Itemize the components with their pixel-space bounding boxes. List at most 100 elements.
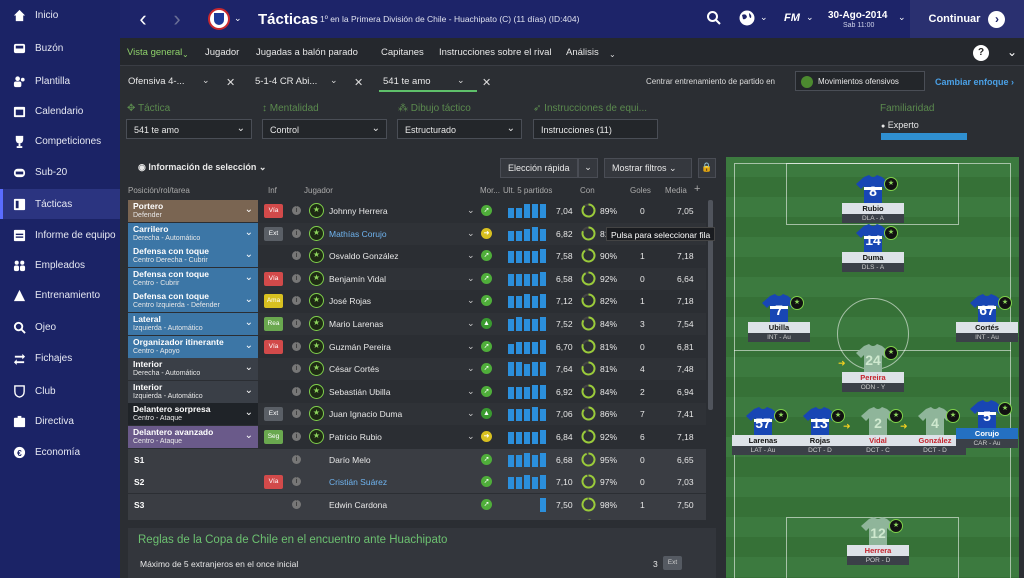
subtab-analysis[interactable]: Análisis <box>566 47 599 58</box>
player-name[interactable]: Mario Larenas <box>329 319 383 329</box>
player-name[interactable]: Osvaldo González <box>329 251 398 261</box>
sidebar-item-2[interactable]: Plantilla <box>0 66 120 96</box>
chevron-down-icon[interactable]: ⌄ <box>467 408 475 419</box>
pitch-player[interactable]: 67 ★ Cortés INT - Au <box>950 294 1019 344</box>
shape-select[interactable]: Estructurado ⌄ <box>397 119 522 139</box>
tactic-tab-2-chevron-icon[interactable]: ⌄ <box>330 75 338 86</box>
table-row[interactable]: Organizador itinerante Centro - Apoyo ⌄ Vía… <box>128 335 706 358</box>
position-cell[interactable]: Carrilero Derecha - Automático ⌄ <box>128 222 258 245</box>
info-icon[interactable]: i <box>292 251 301 261</box>
chevron-down-icon[interactable]: ⌄ <box>467 295 475 306</box>
pitch-player[interactable]: 12 ★ Herrera POR - D <box>841 517 915 567</box>
col-inf[interactable]: Inf <box>268 186 277 195</box>
col-position[interactable]: Posición/rol/tarea <box>128 186 190 195</box>
position-cell[interactable]: Portero Defender ⌄ <box>128 200 258 222</box>
chevron-down-icon[interactable]: ⌄ <box>245 250 253 260</box>
chevron-down-icon[interactable]: ⌄ <box>245 340 253 350</box>
chevron-down-icon[interactable]: ⌄ <box>467 386 475 397</box>
tactic-tab-3-close-icon[interactable]: ✕ <box>482 76 491 89</box>
subtab-analysis-chevron-icon[interactable]: ⌄ <box>609 50 616 59</box>
info-icon[interactable]: i <box>292 364 301 374</box>
subtab-set-pieces[interactable]: Jugadas a balón parado <box>256 47 358 58</box>
info-icon[interactable]: i <box>292 228 301 238</box>
position-cell[interactable]: Interior Izquierda - Automático ⌄ <box>128 380 258 403</box>
pitch-player[interactable]: 24 ★ ➜ Pereira ODN - Y <box>836 344 910 394</box>
table-row[interactable]: Lateral Izquierda - Automático ⌄ Rea i ★ Mario… <box>128 313 706 335</box>
selection-info-dropdown[interactable]: ◉ Información de selección ⌄ <box>138 162 266 173</box>
chevron-down-icon[interactable]: ⌄ <box>245 295 253 305</box>
sidebar-item-11[interactable]: Fichajes <box>0 343 120 373</box>
team-instructions-button[interactable]: Instrucciones (11) <box>533 119 658 139</box>
table-row[interactable]: Defensa con toque Centro - Cubrir ⌄ Vía i ★ Be… <box>128 267 706 290</box>
col-last5[interactable]: Ult. 5 partidos <box>503 186 552 195</box>
chevron-down-icon[interactable]: ⌄ <box>245 272 253 282</box>
position-cell[interactable]: Defensa con toque Centro Izquierda - Defe… <box>128 290 258 313</box>
sidebar-item-7[interactable]: Informe de equipo <box>0 220 120 250</box>
tactic-tab-3-chevron-icon[interactable]: ⌄ <box>457 75 465 86</box>
pitch-player[interactable]: 8 ★ Rubio DLA - A <box>836 175 910 225</box>
help-button[interactable]: ? <box>973 45 989 61</box>
info-icon[interactable]: i <box>292 206 301 215</box>
tactic-tab-2-close-icon[interactable]: ✕ <box>354 76 363 89</box>
position-cell[interactable]: Organizador itinerante Centro - Apoyo ⌄ <box>128 335 258 358</box>
info-icon[interactable]: i <box>292 341 301 351</box>
club-dropdown-chevron-icon[interactable]: ⌄ <box>234 13 242 24</box>
fm-dropdown-icon[interactable]: ⌄ <box>806 12 814 23</box>
fm-menu-button[interactable]: FM <box>784 12 800 24</box>
chevron-down-icon[interactable]: ⌄ <box>245 227 253 237</box>
player-name[interactable]: Juan Ignacio Duma <box>329 409 402 419</box>
chevron-down-icon[interactable]: ⌄ <box>245 318 253 328</box>
table-row[interactable]: Defensa con toque Centro Derecha - Cubrir… <box>128 245 706 268</box>
info-icon[interactable]: i <box>292 319 301 328</box>
table-row[interactable]: Portero Defender ⌄ Vía i ★ Johnny Herrera ⌄ ➚ 7,0… <box>128 200 706 222</box>
info-icon[interactable]: i <box>292 499 301 509</box>
position-cell[interactable]: Defensa con toque Centro - Cubrir ⌄ <box>128 267 258 290</box>
player-name[interactable]: Cristián Suárez <box>329 477 387 487</box>
table-row[interactable]: S4iSebastián Martínez➚6,6090%06,60 <box>128 516 706 520</box>
info-icon[interactable]: i <box>292 454 301 464</box>
forward-button[interactable]: › <box>164 6 190 32</box>
subtab-overview[interactable]: Vista general <box>127 47 182 58</box>
sidebar-item-5[interactable]: Sub-20 <box>0 157 120 187</box>
chevron-down-icon[interactable]: ⌄ <box>467 341 475 352</box>
chevron-down-icon[interactable]: ⌄ <box>245 205 253 215</box>
pitch-player[interactable]: 7 ★ Ubilla INT - Au <box>742 294 816 344</box>
chevron-down-icon[interactable]: ⌄ <box>467 205 475 216</box>
sidebar-item-9[interactable]: Entrenamiento <box>0 280 120 310</box>
table-row[interactable]: S2 Vía i Cristián Suárez ➚ 7,10 97% 0 7,03 <box>128 471 706 494</box>
table-row[interactable]: Defensa con toque Centro Izquierda - Defe… <box>128 290 706 313</box>
position-cell[interactable]: Defensa con toque Centro Derecha - Cubrir… <box>128 245 258 268</box>
sidebar-item-4[interactable]: Competiciones <box>0 126 120 156</box>
chevron-down-icon[interactable]: ⌄ <box>245 408 253 418</box>
subtab-captains[interactable]: Capitanes <box>381 47 424 58</box>
lock-icon[interactable]: 🔒 <box>698 158 716 178</box>
sidebar-item-1[interactable]: Buzón <box>0 33 120 63</box>
sidebar-item-13[interactable]: Directiva <box>0 406 120 436</box>
table-row[interactable]: S3 i Edwin Cardona ➚ 7,50 98% 1 7,50 <box>128 493 706 516</box>
player-name[interactable]: Johnny Herrera <box>329 206 388 216</box>
info-icon[interactable]: i <box>292 432 301 441</box>
sidebar-item-10[interactable]: Ojeo <box>0 312 120 342</box>
info-icon[interactable]: i <box>292 409 301 419</box>
pitch-player[interactable]: 14 ★ Duma DLS - A <box>836 224 910 274</box>
info-icon[interactable]: i <box>292 296 301 306</box>
add-column-icon[interactable]: + <box>694 183 700 195</box>
position-cell[interactable]: Delantero sorpresa Centro - Ataque ⌄ <box>128 403 258 426</box>
sidebar-item-6[interactable]: Tácticas <box>0 189 120 219</box>
pitch-player[interactable]: 5 ★ Corujo CAR - Au <box>950 400 1019 450</box>
player-name[interactable]: César Cortés <box>329 364 379 374</box>
player-name[interactable]: Benjamín Vidal <box>329 274 386 284</box>
familiarity-value[interactable]: ● Experto <box>881 120 919 130</box>
chevron-down-icon[interactable]: ⌄ <box>467 318 475 329</box>
chevron-down-icon[interactable]: ⌄ <box>467 431 475 442</box>
search-icon[interactable] <box>706 10 722 26</box>
col-condition[interactable]: Con <box>580 186 595 195</box>
player-name[interactable]: José Rojas <box>329 296 371 306</box>
training-focus-select[interactable]: Movimientos ofensivos <box>795 71 925 91</box>
table-row[interactable]: Delantero sorpresa Centro - Ataque ⌄ Ext i ★ J… <box>128 403 706 426</box>
player-name[interactable]: Sebastián Ubilla <box>329 387 390 397</box>
continue-button[interactable]: Continuar › <box>910 0 1024 38</box>
subtab-player[interactable]: Jugador <box>205 47 239 58</box>
tactic-tab-1-chevron-icon[interactable]: ⌄ <box>202 75 210 86</box>
show-filters-button[interactable]: Mostrar filtros ⌄ <box>604 158 692 178</box>
